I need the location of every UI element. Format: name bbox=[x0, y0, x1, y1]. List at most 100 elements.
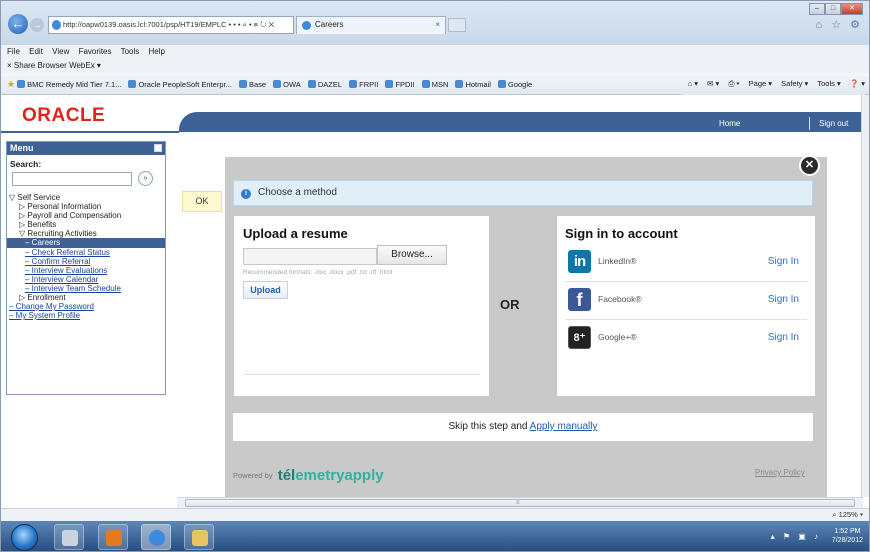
app-icon bbox=[62, 530, 78, 546]
address-actions[interactable]: ⌕ • ≡ ↻ ✕ bbox=[243, 20, 275, 29]
privacy-policy-link[interactable]: Privacy Policy bbox=[755, 468, 805, 477]
close-window-button[interactable]: ✕ bbox=[841, 3, 863, 15]
menu-file[interactable]: File bbox=[7, 47, 20, 56]
share-browser-button[interactable]: Share Browser bbox=[14, 61, 67, 70]
taskbar-app-1[interactable] bbox=[54, 524, 84, 550]
feeds-cmd-icon[interactable]: ✉ ▾ bbox=[707, 79, 719, 88]
tab-careers[interactable]: Careers × bbox=[296, 16, 446, 34]
taskbar-outlook[interactable] bbox=[98, 524, 128, 550]
grip-icon: ≡ bbox=[516, 500, 520, 506]
provider-linkedin: in LinkedIn® Sign In bbox=[565, 244, 807, 282]
menu-edit[interactable]: Edit bbox=[29, 47, 43, 56]
fav-base[interactable]: Base bbox=[238, 74, 266, 94]
tab-close-icon[interactable]: × bbox=[435, 17, 440, 33]
mail-cmd-icon[interactable]: ⎙ ▾ bbox=[728, 79, 739, 88]
scrollbar-thumb[interactable]: ≡ bbox=[185, 499, 855, 507]
close-toolbar-icon[interactable]: × bbox=[7, 61, 12, 70]
minimize-button[interactable]: – bbox=[809, 3, 825, 15]
menu-item[interactable]: – Interview Team Schedule bbox=[7, 284, 165, 293]
fav-peoplesoft[interactable]: Oracle PeopleSoft Enterpr... bbox=[128, 74, 232, 94]
fav-owa[interactable]: OWA bbox=[273, 74, 301, 94]
menu-item[interactable]: ▽ Recruiting Activities bbox=[7, 229, 165, 238]
page-icon bbox=[385, 80, 394, 88]
menu-favorites[interactable]: Favorites bbox=[79, 47, 112, 56]
menu-item[interactable]: ▷ Enrollment bbox=[7, 293, 165, 302]
fav-dazel[interactable]: DAZEL bbox=[307, 74, 342, 94]
menu-item[interactable]: – Change My Password bbox=[7, 302, 165, 311]
menu-item[interactable]: ▷ Personal Information bbox=[7, 202, 165, 211]
start-button[interactable] bbox=[11, 524, 38, 551]
forward-button[interactable]: → bbox=[30, 18, 44, 32]
browse-button[interactable]: Browse... bbox=[377, 245, 447, 265]
safety-menu[interactable]: Safety ▾ bbox=[781, 79, 808, 88]
tools-menu[interactable]: Tools ▾ bbox=[817, 79, 840, 88]
tab-title: Careers bbox=[315, 20, 344, 29]
address-bar[interactable]: http://oapw0139.oasis.lcl:7001/psp/HT19/… bbox=[48, 16, 294, 34]
taskbar-explorer[interactable] bbox=[184, 524, 214, 550]
menu-search-button[interactable]: » bbox=[138, 171, 153, 186]
fav-google[interactable]: Google bbox=[498, 74, 532, 94]
linkedin-sign-in-link[interactable]: Sign In bbox=[768, 256, 799, 267]
menu-item[interactable]: – Interview Evaluations bbox=[7, 266, 165, 275]
menu-search-input[interactable] bbox=[12, 172, 132, 186]
menu-item[interactable]: ▷ Payroll and Compensation bbox=[7, 211, 165, 220]
menu-item[interactable]: – My System Profile bbox=[7, 311, 165, 320]
page-content: ORACLE Home Sign out Menu Search: » ▽ Se… bbox=[1, 95, 863, 497]
facebook-sign-in-link[interactable]: Sign In bbox=[768, 294, 799, 305]
ok-button[interactable]: OK bbox=[182, 191, 222, 212]
home-favorites-tools-icons[interactable]: ⌂ ☆ ⚙ bbox=[816, 18, 863, 31]
clock-date: 7/28/2012 bbox=[831, 537, 863, 544]
powered-by: Powered by télemetryapply bbox=[233, 467, 384, 484]
fav-hotmail[interactable]: Hotmail bbox=[455, 74, 491, 94]
hotmail-icon bbox=[455, 80, 464, 88]
modal-close-icon[interactable]: ✕ bbox=[799, 155, 820, 176]
system-tray[interactable]: ▴ ⚑ ▣ ♪ bbox=[771, 532, 821, 541]
sign-out-link[interactable]: Sign out bbox=[819, 119, 848, 128]
menu-item[interactable]: ▷ Benefits bbox=[7, 220, 165, 229]
webex-button[interactable]: WebEx ▾ bbox=[69, 61, 101, 70]
menu-item[interactable]: – Interview Calendar bbox=[7, 275, 165, 284]
fav-bmc[interactable]: BMC Remedy Mid Tier 7.1... bbox=[17, 74, 121, 94]
menu-item[interactable]: – Careers bbox=[7, 238, 165, 248]
help-cmd-icon[interactable]: ❓ ▾ bbox=[850, 79, 865, 88]
browser-titlebar: ← → http://oapw0139.oasis.lcl:7001/psp/H… bbox=[1, 1, 869, 45]
fav-fpdii[interactable]: FPDII bbox=[385, 74, 415, 94]
menu-item[interactable]: – Confirm Referral bbox=[7, 257, 165, 266]
telemetry-apply-logo: télemetryapply bbox=[277, 467, 384, 484]
menu-tools[interactable]: Tools bbox=[121, 47, 140, 56]
menu-item[interactable]: – Check Referral Status bbox=[7, 248, 165, 257]
taskbar-internet-explorer[interactable] bbox=[141, 524, 171, 550]
home-cmd-icon[interactable]: ⌂ ▾ bbox=[688, 79, 698, 88]
vertical-scrollbar[interactable] bbox=[861, 95, 869, 497]
back-button[interactable]: ← bbox=[8, 14, 28, 34]
google-plus-sign-in-link[interactable]: Sign In bbox=[768, 332, 799, 343]
page-icon bbox=[273, 80, 282, 88]
new-tab-button[interactable] bbox=[448, 18, 466, 32]
upload-button[interactable]: Upload bbox=[243, 281, 288, 299]
oracle-logo: ORACLE bbox=[22, 105, 106, 126]
ie-icon bbox=[149, 530, 165, 546]
header-nav-band: Home Sign out bbox=[179, 112, 863, 132]
menu-collapse-icon[interactable] bbox=[154, 144, 162, 152]
zoom-level[interactable]: ⌕ 125% ▾ bbox=[832, 510, 863, 520]
page-icon bbox=[128, 80, 137, 88]
page-menu[interactable]: Page ▾ bbox=[749, 79, 772, 88]
clock[interactable]: 1:52 PM 7/28/2012 bbox=[832, 527, 863, 545]
provider-name: Facebook® bbox=[598, 294, 642, 304]
provider-name: LinkedIn® bbox=[598, 256, 637, 266]
horizontal-scrollbar[interactable]: ≡ bbox=[177, 497, 863, 508]
window-controls: – □ ✕ bbox=[809, 3, 867, 17]
choose-method-text: Choose a method bbox=[258, 187, 337, 198]
apply-manually-link[interactable]: Apply manually bbox=[530, 421, 598, 432]
fav-msn[interactable]: MSN bbox=[421, 74, 448, 94]
menu-item[interactable]: ▽ Self Service bbox=[7, 193, 165, 202]
skip-step-bar: Skip this step and Apply manually bbox=[233, 413, 813, 441]
fav-frpii[interactable]: FRPII bbox=[349, 74, 378, 94]
resume-file-input[interactable] bbox=[243, 248, 377, 265]
menu-help[interactable]: Help bbox=[149, 47, 165, 56]
home-link[interactable]: Home bbox=[719, 119, 740, 128]
provider-name: Google+® bbox=[598, 332, 637, 342]
menu-view[interactable]: View bbox=[52, 47, 69, 56]
maximize-button[interactable]: □ bbox=[825, 3, 841, 15]
favorites-star-icon[interactable]: ★ bbox=[7, 79, 15, 89]
